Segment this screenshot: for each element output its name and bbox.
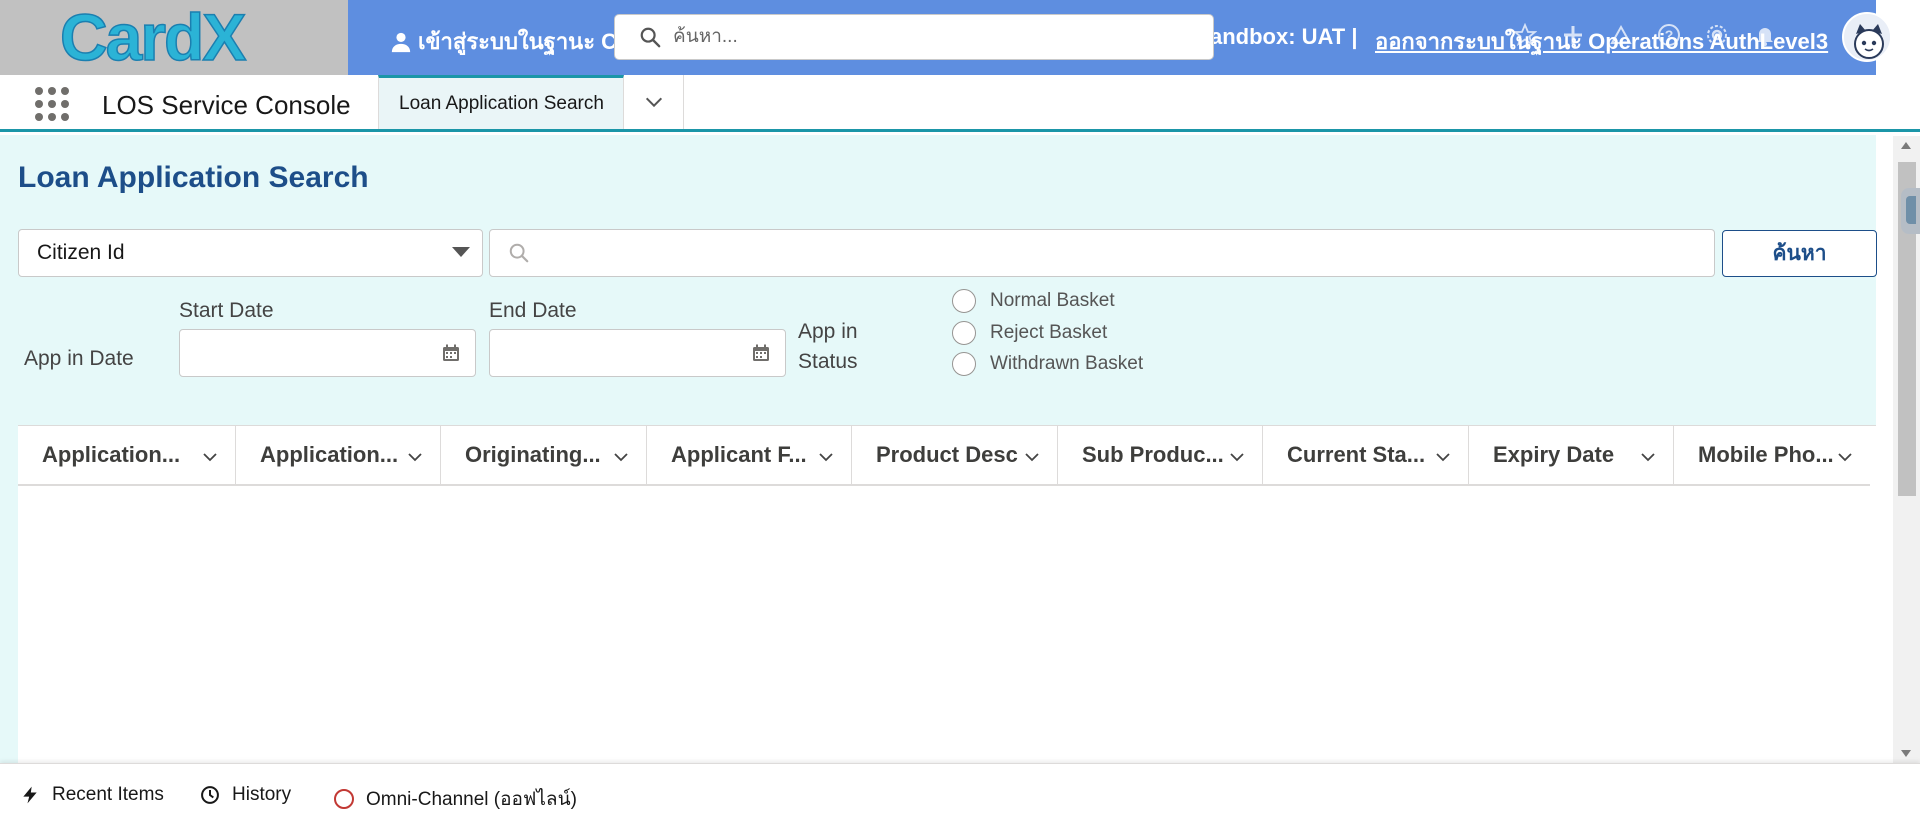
app-nav-bar: LOS Service Console Loan Application Sea… <box>0 75 1920 132</box>
offline-status-icon <box>334 789 354 809</box>
start-date-input[interactable] <box>179 329 476 377</box>
global-search-input[interactable] <box>673 26 1193 48</box>
tab-overflow-menu[interactable] <box>624 75 684 129</box>
search-button[interactable]: ค้นหา <box>1722 230 1877 277</box>
results-table: Application... Application... Originatin… <box>18 425 1876 763</box>
chevron-down-icon[interactable] <box>1434 448 1452 466</box>
utility-recent-items[interactable]: Recent Items <box>20 784 164 806</box>
radio-button[interactable] <box>952 289 976 313</box>
svg-text:?: ? <box>1665 27 1674 43</box>
scroll-up-arrow-icon[interactable] <box>1901 142 1911 149</box>
svg-text:CardX: CardX <box>60 6 246 70</box>
column-header-originating[interactable]: Originating... <box>441 426 647 484</box>
column-header-application-2[interactable]: Application... <box>236 426 441 484</box>
column-header-application-1[interactable]: Application... <box>18 426 236 484</box>
search-type-select[interactable]: Citizen Id <box>18 229 483 277</box>
status-option-withdrawn[interactable]: Withdrawn Basket <box>952 352 1143 376</box>
page-title: Loan Application Search <box>18 161 369 194</box>
column-header-current-status[interactable]: Current Sta... <box>1263 426 1469 484</box>
end-date-input[interactable] <box>489 329 786 377</box>
search-type-value: Citizen Id <box>37 241 125 264</box>
chevron-down-icon[interactable] <box>406 448 424 466</box>
chevron-down-icon <box>645 97 662 108</box>
table-header: Application... Application... Originatin… <box>18 426 1870 486</box>
main-content: Loan Application Search Citizen Id ค้นหา… <box>0 135 1877 763</box>
column-header-sub-product[interactable]: Sub Produc... <box>1058 426 1263 484</box>
setup-icon[interactable] <box>1702 20 1732 50</box>
help-icon[interactable]: ? <box>1654 20 1684 50</box>
column-header-expiry-date[interactable]: Expiry Date <box>1469 426 1674 484</box>
radio-button[interactable] <box>952 352 976 376</box>
clock-icon <box>201 786 219 804</box>
utility-history[interactable]: History <box>200 784 291 806</box>
tab-loan-application-search[interactable]: Loan Application Search <box>378 75 624 129</box>
app-launcher-icon[interactable] <box>35 87 69 121</box>
status-option-normal[interactable]: Normal Basket <box>952 289 1115 313</box>
utility-omni-channel[interactable]: Omni-Channel (ออฟไลน์) <box>334 784 577 814</box>
global-header: CardX เข้าสู่ระบบในฐานะ C andbox: UAT | … <box>0 0 1920 75</box>
column-header-applicant[interactable]: Applicant F... <box>647 426 852 484</box>
favorites-icon[interactable] <box>1510 20 1540 50</box>
chevron-left-icon <box>1906 196 1916 224</box>
app-in-status-label: App in Status <box>798 320 858 373</box>
chevron-down-icon[interactable] <box>201 448 219 466</box>
radio-button[interactable] <box>952 321 976 345</box>
impersonation-banner: เข้าสู่ระบบในฐานะ C <box>390 24 617 59</box>
chevron-down-icon[interactable] <box>1836 448 1854 466</box>
notifications-icon[interactable] <box>1750 20 1780 50</box>
status-option-label: Reject Basket <box>990 322 1108 343</box>
impersonation-text: เข้าสู่ระบบในฐานะ C <box>418 29 618 54</box>
user-icon <box>391 32 411 52</box>
status-option-label: Normal Basket <box>990 290 1115 311</box>
global-search[interactable] <box>614 14 1214 60</box>
trailhead-icon[interactable] <box>1606 20 1636 50</box>
lightning-icon <box>23 786 37 804</box>
scroll-down-arrow-icon[interactable] <box>1901 750 1911 757</box>
cardx-logo[interactable]: CardX <box>60 6 290 70</box>
logo-area: CardX <box>0 0 348 75</box>
start-date-label: Start Date <box>179 299 274 322</box>
search-icon <box>639 26 661 48</box>
calendar-icon[interactable] <box>441 343 461 363</box>
chevron-down-icon[interactable] <box>1023 448 1041 466</box>
sandbox-label: andbox: UAT | <box>1210 24 1358 49</box>
chevron-down-icon[interactable] <box>612 448 630 466</box>
app-in-date-label: App in Date <box>24 347 134 370</box>
column-header-mobile-phone[interactable]: Mobile Pho... <box>1674 426 1870 484</box>
user-avatar[interactable] <box>1842 12 1892 62</box>
end-date-label: End Date <box>489 299 577 322</box>
chevron-down-icon[interactable] <box>1228 448 1246 466</box>
search-icon <box>509 243 529 263</box>
caret-down-icon <box>452 247 470 257</box>
add-icon[interactable] <box>1558 20 1588 50</box>
app-name: LOS Service Console <box>102 90 351 120</box>
calendar-icon[interactable] <box>751 343 771 363</box>
header-toolbar: ? <box>1510 20 1780 50</box>
chevron-down-icon[interactable] <box>817 448 835 466</box>
utility-bar: Recent Items History Omni-Channel (ออฟไล… <box>0 763 1920 825</box>
chevron-down-icon[interactable] <box>1639 448 1657 466</box>
status-option-reject[interactable]: Reject Basket <box>952 321 1107 345</box>
search-value-input[interactable] <box>489 229 1715 277</box>
status-option-label: Withdrawn Basket <box>990 353 1144 374</box>
column-header-product-desc[interactable]: Product Desc <box>852 426 1058 484</box>
